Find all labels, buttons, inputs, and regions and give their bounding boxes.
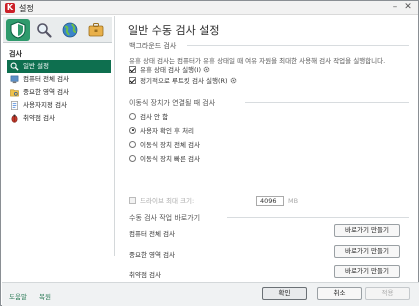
globe-icon — [62, 22, 78, 38]
sidebar-item-general-settings[interactable]: 일반 설정 — [7, 60, 111, 73]
restore-link[interactable]: 복원 — [39, 291, 51, 301]
shortcuts-heading: 수동 검사 작업 바로가기 — [129, 214, 201, 222]
minimize-button[interactable]: – — [389, 2, 401, 13]
group-divider — [245, 102, 409, 103]
quick-removable-scan-option[interactable]: 이동식 장치 빠른 검사 — [129, 154, 200, 164]
ok-button[interactable]: 확인 — [262, 287, 307, 300]
computer-icon — [10, 75, 19, 84]
protection-tab-button[interactable] — [6, 19, 30, 41]
update-tab-button[interactable] — [58, 19, 82, 41]
ask-user-label: 사용자 확인 후 처리 — [140, 127, 195, 135]
no-scan-label: 검사 안 함 — [140, 113, 169, 121]
briefcase-icon — [88, 23, 104, 37]
create-shortcut-vulnerability-button[interactable]: 바로가기 만들기 — [334, 265, 400, 278]
removable-scan-heading: 이동식 장치가 연결될 때 검사 — [129, 99, 216, 107]
max-drive-size-unit: MB — [288, 197, 299, 205]
max-drive-size-option[interactable]: 드라이브 최대 크기: — [129, 196, 194, 206]
idle-scan-option[interactable]: 유휴 상태 검사 실행(I) — [129, 65, 210, 75]
sidebar-item-label: 사용자지정 검사 — [23, 101, 67, 109]
idle-scan-label: 유휴 상태 검사 실행(I) — [140, 66, 202, 74]
idle-scan-checkbox[interactable] — [129, 65, 136, 73]
scan-tab-button[interactable] — [32, 19, 56, 41]
rootkit-scan-option[interactable]: 정기적으로 루트킷 검사 실행(R) — [129, 76, 237, 86]
sidebar-item-label: 일반 설정 — [23, 62, 49, 70]
sidebar-item-critical-areas-scan[interactable]: 중요한 영역 검사 — [7, 86, 111, 99]
kaspersky-logo: K — [5, 3, 15, 13]
category-toolbar — [3, 17, 112, 43]
quick-removable-scan-label: 이동식 장치 빠른 검사 — [140, 155, 201, 163]
document-icon — [11, 101, 18, 110]
bug-icon — [11, 114, 18, 123]
ask-user-option[interactable]: 사용자 확인 후 처리 — [129, 126, 194, 136]
full-removable-scan-radio[interactable] — [129, 140, 136, 148]
full-removable-scan-label: 이동식 장치 전체 검사 — [140, 141, 201, 149]
quick-removable-scan-radio[interactable] — [129, 154, 136, 162]
folder-icon — [10, 89, 19, 97]
close-button[interactable]: ✕ — [402, 2, 414, 13]
advanced-tab-button[interactable] — [84, 19, 108, 41]
group-divider — [187, 45, 409, 46]
sidebar-section-label: 검사 — [9, 50, 22, 58]
ask-user-radio[interactable] — [129, 126, 136, 134]
shortcut-label-vulnerability: 취약점 검사 — [129, 271, 161, 279]
sidebar-item-vulnerability-scan[interactable]: 취약점 검사 — [7, 112, 111, 125]
max-drive-size-checkbox[interactable] — [129, 196, 136, 204]
sidebar-item-label: 취약점 검사 — [23, 114, 55, 122]
page-title: 일반 수동 검사 설정 — [128, 24, 220, 37]
cancel-button[interactable]: 취소 — [317, 287, 362, 300]
search-icon — [37, 23, 52, 38]
window-title: 설정 — [19, 4, 34, 13]
group-divider — [227, 217, 409, 218]
apply-button[interactable]: 적용 — [365, 287, 410, 300]
full-removable-scan-option[interactable]: 이동식 장치 전체 검사 — [129, 140, 200, 150]
search-icon — [10, 62, 19, 71]
shield-icon — [10, 21, 26, 39]
no-scan-option[interactable]: 검사 안 함 — [129, 112, 168, 122]
title-bar: K 설정 – ✕ — [1, 1, 418, 15]
rootkit-scan-label: 정기적으로 루트킷 검사 실행(R) — [140, 77, 228, 85]
background-scan-description: 유휴 상태 검사는 컴퓨터가 유휴 상태일 때 여유 자원을 최대한 사용해 검… — [129, 57, 386, 65]
sidebar-item-label: 컴퓨터 전체 검사 — [23, 75, 69, 83]
create-shortcut-critical-areas-button[interactable]: 바로가기 만들기 — [334, 245, 400, 258]
create-shortcut-full-scan-button[interactable]: 바로가기 만들기 — [334, 224, 400, 237]
gear-icon[interactable] — [203, 66, 210, 73]
no-scan-radio[interactable] — [129, 112, 136, 120]
shortcut-label-critical-areas: 중요한 영역 검사 — [129, 251, 175, 259]
shortcut-label-full-scan: 컴퓨터 전체 검사 — [129, 230, 175, 238]
rootkit-scan-checkbox[interactable] — [129, 76, 136, 84]
sidebar-item-label: 중요한 영역 검사 — [23, 88, 69, 96]
settings-window: K 설정 – ✕ 검사 일반 설정 컴퓨터 전체 검사 중요한 영역 검사 사용… — [0, 0, 419, 306]
sidebar-item-custom-scan[interactable]: 사용자지정 검사 — [7, 99, 111, 112]
max-drive-size-input[interactable]: 4096 — [256, 196, 284, 206]
help-link[interactable]: 도움말 — [9, 291, 27, 301]
background-scan-heading: 백그라운드 검사 — [129, 42, 177, 50]
gear-icon[interactable] — [230, 77, 237, 84]
sidebar-nav: 일반 설정 컴퓨터 전체 검사 중요한 영역 검사 사용자지정 검사 취약점 검… — [7, 60, 111, 125]
sidebar-item-full-scan[interactable]: 컴퓨터 전체 검사 — [7, 73, 111, 86]
max-drive-size-label: 드라이브 최대 크기: — [140, 197, 195, 205]
